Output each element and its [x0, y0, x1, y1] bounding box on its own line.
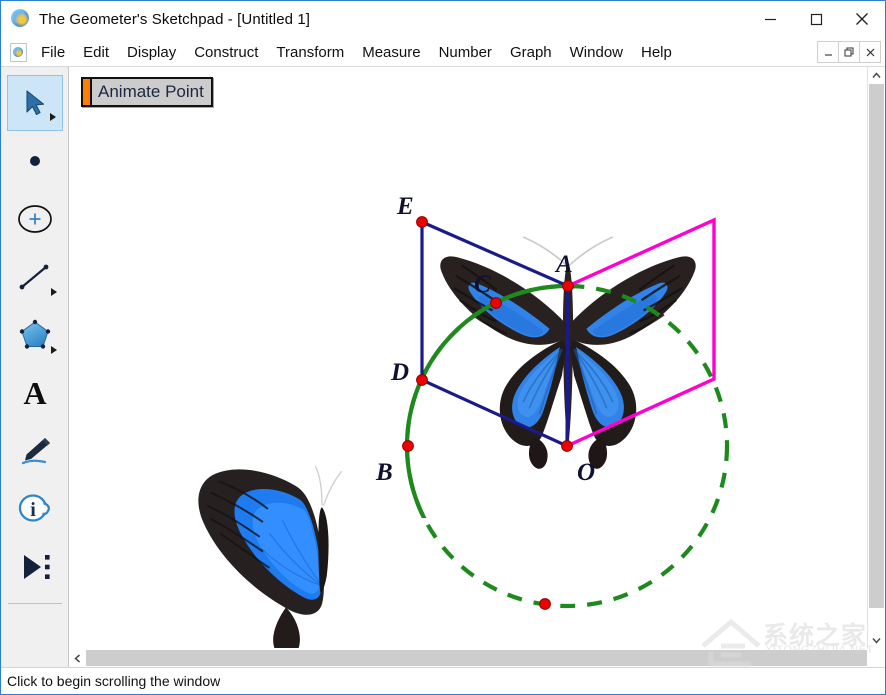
window-controls: [747, 1, 885, 37]
point-O[interactable]: [561, 440, 573, 452]
mdi-restore-button[interactable]: [838, 41, 860, 63]
menu-item-edit[interactable]: Edit: [74, 42, 118, 63]
horizontal-scroll-track[interactable]: [86, 649, 868, 667]
point-D[interactable]: [416, 374, 428, 386]
title-bar: The Geometer's Sketchpad - [Untitled 1]: [1, 1, 885, 38]
vertical-scrollbar[interactable]: [867, 67, 885, 649]
information-tool[interactable]: i: [7, 481, 63, 537]
menu-item-graph[interactable]: Graph: [501, 42, 561, 63]
sketch-canvas[interactable]: Animate Point E A C D B O: [69, 67, 867, 649]
document-icon: [10, 43, 27, 62]
menu-item-construct[interactable]: Construct: [185, 42, 267, 63]
polygon-tool[interactable]: [7, 307, 63, 363]
application-window: The Geometer's Sketchpad - [Untitled 1] …: [0, 0, 886, 695]
text-tool[interactable]: A: [7, 365, 63, 421]
status-bar: Click to begin scrolling the window: [1, 667, 885, 694]
submenu-arrow-icon: [50, 346, 57, 354]
point-A[interactable]: [562, 280, 574, 292]
menu-bar: File Edit Display Construct Transform Me…: [1, 38, 885, 67]
straightedge-tool[interactable]: [7, 249, 63, 305]
side-view-butterfly: [197, 465, 343, 648]
submenu-arrow-icon: [49, 113, 56, 121]
horizontal-scrollbar[interactable]: [69, 649, 885, 667]
svg-text:i: i: [30, 499, 36, 521]
toolbox-divider: [7, 603, 62, 604]
maximize-button[interactable]: [793, 1, 839, 37]
marker-tool[interactable]: [7, 423, 63, 479]
vertical-scroll-track[interactable]: [868, 84, 885, 632]
label-B[interactable]: B: [375, 459, 393, 486]
chevron-down-icon: [872, 638, 881, 644]
menu-item-help[interactable]: Help: [632, 42, 681, 63]
window-title: The Geometer's Sketchpad - [Untitled 1]: [39, 10, 311, 28]
workspace: A i Animate Point E A C D B O: [1, 67, 885, 667]
segment-icon: [19, 264, 48, 290]
marker-pen-icon: [21, 438, 50, 465]
label-A[interactable]: A: [554, 251, 573, 278]
point-on-circle[interactable]: [539, 598, 551, 610]
compass-circle-tool[interactable]: [7, 191, 63, 247]
close-button[interactable]: [839, 1, 885, 37]
pentagon-icon: [19, 319, 50, 349]
menu-item-transform[interactable]: Transform: [267, 42, 353, 63]
arrow-select-tool[interactable]: [6, 75, 63, 131]
animate-accent-bar: [83, 79, 92, 105]
label-E[interactable]: E: [396, 193, 414, 220]
arrow-cursor-icon: [25, 90, 44, 116]
scroll-up-button[interactable]: [868, 67, 885, 84]
blue-axis-segment[interactable]: [565, 285, 570, 447]
menu-item-measure[interactable]: Measure: [353, 42, 429, 63]
scroll-down-button[interactable]: [868, 632, 885, 649]
animate-point-button[interactable]: Animate Point: [81, 77, 213, 107]
document-area: Animate Point E A C D B O: [69, 67, 885, 667]
minimize-button[interactable]: [747, 1, 793, 37]
custom-tool[interactable]: [7, 539, 63, 595]
chevron-up-icon: [872, 72, 881, 78]
animate-point-label: Animate Point: [98, 82, 204, 101]
text-a-icon: A: [23, 375, 46, 411]
menu-item-number[interactable]: Number: [430, 42, 501, 63]
chevron-left-icon: [74, 653, 80, 663]
point-E[interactable]: [416, 216, 428, 228]
scrollbar-corner: [868, 649, 885, 667]
play-dots-icon: [23, 555, 50, 579]
label-O[interactable]: O: [577, 459, 595, 486]
svg-text:A: A: [23, 375, 46, 411]
sketch-figure: E A C D B O: [197, 193, 730, 648]
horizontal-scroll-thumb[interactable]: [86, 650, 867, 666]
label-C[interactable]: C: [474, 271, 491, 298]
vertical-scroll-thumb[interactable]: [869, 84, 884, 608]
info-balloon-icon: i: [18, 494, 50, 522]
point-icon: [29, 156, 40, 166]
point-tool[interactable]: [7, 133, 63, 189]
point-C[interactable]: [490, 297, 502, 309]
mdi-window-controls: [817, 41, 881, 63]
submenu-arrow-icon: [50, 288, 57, 296]
circle-icon: [17, 205, 52, 233]
scroll-left-button[interactable]: [69, 649, 86, 667]
status-message: Click to begin scrolling the window: [7, 673, 221, 689]
point-B[interactable]: [402, 440, 414, 452]
menu-item-window[interactable]: Window: [561, 42, 632, 63]
menu-item-file[interactable]: File: [32, 42, 74, 63]
tool-palette: A i: [1, 67, 69, 667]
label-D[interactable]: D: [390, 359, 409, 386]
menu-item-display[interactable]: Display: [118, 42, 185, 63]
mdi-minimize-button[interactable]: [817, 41, 839, 63]
mdi-close-button[interactable]: [859, 41, 881, 63]
sketchpad-flame-icon: [11, 9, 31, 29]
